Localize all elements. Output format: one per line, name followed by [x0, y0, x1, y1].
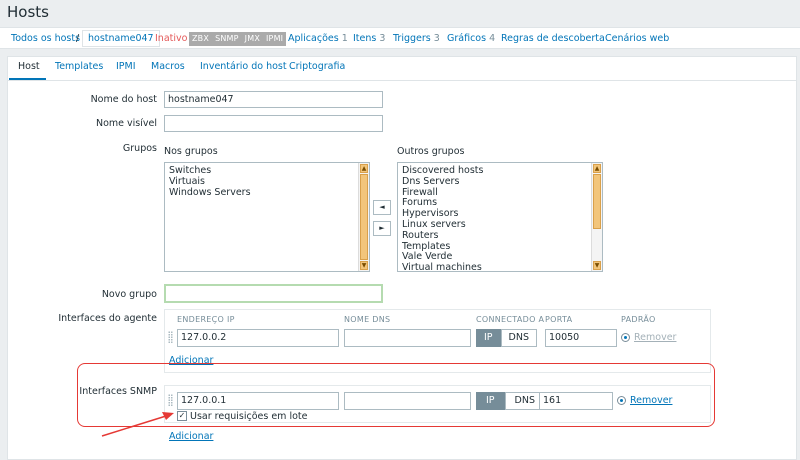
page-title: Hosts: [7, 3, 49, 21]
scroll-up-icon[interactable]: ▲: [360, 164, 368, 173]
move-left-button[interactable]: ◄: [373, 200, 391, 215]
visible-name-label: Nome visível: [96, 118, 157, 129]
link-web-scenarios[interactable]: Cenários web: [605, 33, 669, 44]
host-name-label: Nome do host: [90, 94, 157, 105]
breadcrumb-separator: /: [76, 33, 80, 44]
in-groups-title: Nos grupos: [164, 146, 218, 157]
tab-encryption[interactable]: Criptografia: [289, 61, 345, 72]
tab-macros[interactable]: Macros: [151, 61, 185, 72]
breadcrumb: Todos os hosts / hostname047 Inativo ZBX…: [0, 27, 800, 49]
scrollbar[interactable]: ▲ ▼: [591, 163, 602, 271]
status-badge[interactable]: Inativo: [155, 33, 187, 44]
availability-ipmi: IPMI: [266, 34, 284, 43]
link-triggers[interactable]: Triggers 3: [393, 33, 440, 44]
breadcrumb-current-host[interactable]: hostname047: [82, 30, 160, 47]
agent-default-radio[interactable]: [621, 333, 630, 342]
scrollbar[interactable]: ▲ ▼: [358, 163, 369, 271]
col-dns-name: NOME DNS: [344, 315, 391, 324]
other-groups-listbox[interactable]: Discovered hosts Dns Servers Firewall Fo…: [397, 162, 603, 272]
agent-connect-to-toggle: IP DNS: [476, 329, 537, 347]
list-item[interactable]: Dns Servers: [402, 176, 483, 188]
availability-snmp: SNMP: [215, 34, 239, 43]
link-items[interactable]: Itens 3: [353, 33, 385, 44]
scrollbar-thumb[interactable]: [593, 174, 601, 229]
agent-ip-input[interactable]: 127.0.0.2: [177, 329, 339, 347]
visible-name-input[interactable]: [164, 115, 383, 132]
link-discovery-rules[interactable]: Regras de descoberta: [501, 33, 605, 44]
new-group-input[interactable]: [164, 284, 383, 303]
availability-badges: ZBX SNMP JMX IPMI: [189, 32, 287, 46]
agent-port-input[interactable]: 10050: [545, 329, 617, 347]
scroll-down-icon[interactable]: ▼: [360, 261, 368, 270]
scroll-up-icon[interactable]: ▲: [593, 164, 601, 173]
list-item[interactable]: Virtual machines: [402, 262, 483, 271]
agent-remove-link[interactable]: Remover: [634, 332, 676, 343]
scroll-down-icon[interactable]: ▼: [593, 261, 601, 270]
agent-connect-dns-button[interactable]: DNS: [500, 329, 537, 347]
col-ip-address: ENDEREÇO IP: [177, 315, 235, 324]
list-item[interactable]: Routers: [402, 230, 483, 242]
agent-connect-ip-button[interactable]: IP: [476, 329, 501, 347]
col-default: PADRÃO: [621, 315, 656, 324]
drag-handle-icon[interactable]: [168, 331, 173, 344]
scrollbar-thumb[interactable]: [360, 174, 368, 260]
list-item[interactable]: Virtuais: [169, 176, 251, 188]
tab-ipmi[interactable]: IPMI: [116, 61, 136, 72]
new-group-label: Novo grupo: [101, 289, 157, 300]
link-graphs[interactable]: Gráficos 4: [447, 33, 495, 44]
availability-zbx: ZBX: [192, 34, 210, 43]
breadcrumb-all-hosts[interactable]: Todos os hosts: [11, 33, 80, 44]
tab-templates[interactable]: Templates: [55, 61, 103, 72]
col-port: PORTA: [545, 315, 573, 324]
annotation-arrow-icon: [101, 412, 174, 437]
link-applications[interactable]: Aplicações 1: [288, 33, 348, 44]
host-name-input[interactable]: hostname047: [164, 91, 383, 108]
tab-host[interactable]: Host: [18, 61, 40, 72]
agent-interfaces-label: Interfaces do agente: [58, 313, 157, 324]
groups-label: Grupos: [122, 143, 157, 154]
tab-inventory[interactable]: Inventário do host: [200, 61, 287, 72]
list-item[interactable]: Windows Servers: [169, 187, 251, 199]
other-groups-title: Outros grupos: [397, 146, 465, 157]
availability-jmx: JMX: [244, 34, 260, 43]
in-groups-listbox[interactable]: Switches Virtuais Windows Servers ▲ ▼: [164, 162, 370, 272]
move-right-button[interactable]: ►: [373, 221, 391, 236]
agent-dns-input[interactable]: [344, 329, 471, 347]
col-connect-to: CONNECTADO A: [476, 315, 545, 324]
tabbar-divider: [8, 80, 796, 81]
